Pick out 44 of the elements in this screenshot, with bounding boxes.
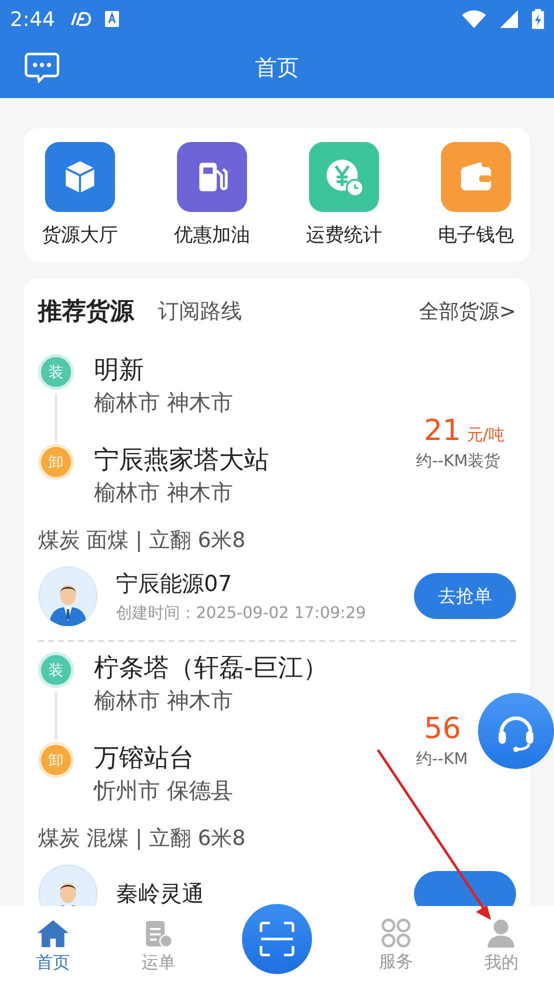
shipper-name: 秦岭灵通 [116,881,205,906]
goods-info: 煤炭 面煤 | 立翻 6米8 [38,527,246,554]
nav-tab[interactable]: 首页 [0,916,106,974]
hd-icon [68,12,91,26]
stop-name: 柠条塔（轩磊-巨江） [94,652,328,684]
keyboard-icon [104,11,119,27]
stop-area: 榆林市 神木市 [94,478,269,510]
grab-order-button[interactable] [414,871,516,906]
list-tab[interactable]: 订阅路线 [158,297,242,325]
avatar-icon [38,566,98,626]
quick-menu-item[interactable]: 电子钱包 [438,142,514,248]
freight-price: 56 [424,710,461,744]
distance-text: 约--KM [416,748,468,770]
stop-badge: 卸 [38,444,74,480]
list-tab[interactable]: 推荐货源 [38,295,134,327]
shipper-name: 宁辰能源07 [116,570,233,598]
chat-icon[interactable] [24,52,60,84]
price-unit: 元/吨 [466,424,504,446]
signal-icon [500,10,518,28]
stop-badge: 装 [38,354,74,390]
quick-menu-item[interactable]: 运费统计 [306,142,382,248]
wifi-icon [462,10,486,28]
all-cargo-link[interactable]: 全部货源> [419,298,516,324]
grid-icon [380,918,411,948]
battery-icon [532,9,544,29]
freight-price: 21 [424,412,461,446]
stop-badge: 装 [38,652,74,688]
person-icon [485,916,518,948]
stop-name: 宁辰燕家塔大站 [94,444,269,476]
status-time: 2:44 [10,7,55,31]
created-time: 创建时间：2025-09-02 17:09:29 [116,602,367,624]
stop-area: 忻州市 保德县 [94,776,233,808]
grab-order-button[interactable]: 去抢单 [414,573,516,619]
stop-name: 明新 [94,354,145,386]
stop-area: 榆林市 神木市 [94,388,233,420]
goods-info: 煤炭 混煤 | 立翻 6米8 [38,825,246,852]
stop-name: 万镕站台 [94,742,195,774]
page-title: 首页 [254,55,300,83]
scan-icon [259,921,295,957]
distance-text: 约--KM装货 [416,450,500,472]
stop-badge: 卸 [38,742,74,778]
stop-area: 榆林市 神木市 [94,686,328,718]
quick-menu-item[interactable]: 优惠加油 [174,142,250,248]
quick-menu-item[interactable]: 货源大厅 [42,142,118,248]
